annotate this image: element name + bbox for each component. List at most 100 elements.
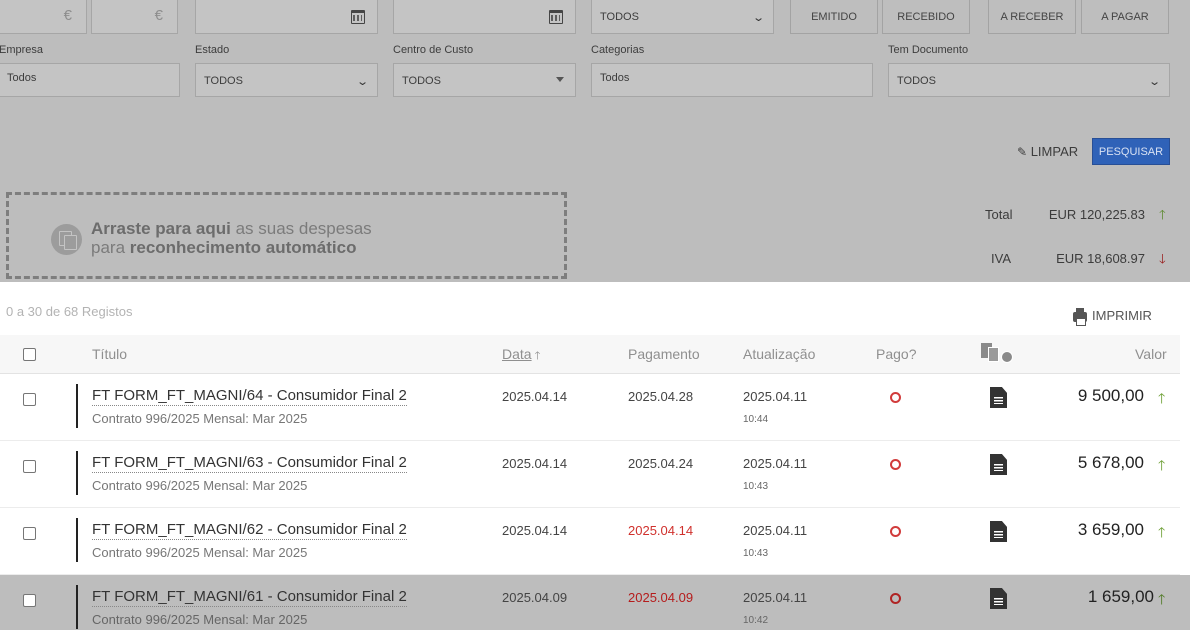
row-update-date: 2025.04.11 <box>743 523 808 538</box>
empresa-input[interactable]: Todos <box>0 63 180 97</box>
value-max-input[interactable]: € <box>91 0 178 34</box>
chevron-down-icon: ⌄ <box>1147 76 1161 88</box>
total-value: EUR 120,225.83 <box>1048 207 1145 222</box>
arrow-up-icon: 🡑 <box>1158 390 1166 406</box>
estado-value: TODOS <box>204 75 243 87</box>
row-checkbox[interactable] <box>23 594 36 607</box>
row-update-date: 2025.04.11 <box>743 389 808 404</box>
row-update-date: 2025.04.11 <box>743 456 808 471</box>
row-status-bar <box>76 518 78 562</box>
unpaid-circle-icon[interactable] <box>890 459 901 470</box>
column-payment[interactable]: Pagamento <box>628 346 700 362</box>
row-value: 3 659,00 <box>1077 520 1144 539</box>
row-subtitle: Contrato 996/2025 Mensal: Mar 2025 <box>92 612 308 627</box>
search-button[interactable]: PESQUISAR <box>1092 138 1170 165</box>
document-icon[interactable] <box>990 588 1007 609</box>
recebido-button[interactable]: RECEBIDO <box>882 0 970 34</box>
column-paid[interactable]: Pago? <box>876 346 916 362</box>
row-update-time: 10:44 <box>743 414 769 425</box>
arrow-up-icon: 🡑 <box>1158 591 1166 607</box>
caret-down-icon <box>556 77 564 82</box>
column-date[interactable]: Data 🡑 <box>502 346 540 366</box>
unpaid-circle-icon[interactable] <box>890 526 901 537</box>
unpaid-circle-icon[interactable] <box>890 593 901 604</box>
document-icon[interactable] <box>990 521 1007 542</box>
centro-custo-value: TODOS <box>402 75 441 87</box>
row-checkbox[interactable] <box>23 527 36 540</box>
empresa-value: Todos <box>7 72 37 84</box>
arrow-up-icon: 🡑 <box>1158 524 1166 540</box>
euro-icon: € <box>154 7 163 24</box>
value-min-input[interactable]: € <box>0 0 87 34</box>
row-value: 5 678,00 <box>1077 453 1144 472</box>
type-select-value: TODOS <box>600 11 639 23</box>
vat-value: EUR 18,608.97 <box>1056 251 1145 266</box>
row-payment-date: 2025.04.24 <box>628 456 694 471</box>
estado-label: Estado <box>195 44 230 56</box>
centro-custo-select[interactable]: TODOS <box>393 63 576 97</box>
document-icon[interactable] <box>990 454 1007 475</box>
calendar-icon[interactable] <box>351 10 365 24</box>
select-all-checkbox[interactable] <box>23 348 36 361</box>
row-title-link[interactable]: FT FORM_FT_MAGNI/63 - Consumidor Final 2 <box>92 454 407 473</box>
date-to-input[interactable] <box>393 0 576 34</box>
dropzone-line-1: Arraste para aqui as suas despesas <box>91 219 372 238</box>
centro-custo-label: Centro de Custo <box>393 44 474 56</box>
arrow-up-icon: 🡑 <box>1159 207 1166 222</box>
row-title-link[interactable]: FT FORM_FT_MAGNI/64 - Consumidor Final 2 <box>92 387 407 406</box>
documents-pending-icon <box>981 343 1015 365</box>
row-status-bar <box>76 585 78 629</box>
row-subtitle: Contrato 996/2025 Mensal: Mar 2025 <box>92 478 308 493</box>
estado-select[interactable]: TODOS ⌄ <box>195 63 378 97</box>
date-from-input[interactable] <box>195 0 378 34</box>
row-status-bar <box>76 384 78 428</box>
table-row[interactable]: FT FORM_FT_MAGNI/64 - Consumidor Final 2… <box>0 374 1180 441</box>
row-checkbox[interactable] <box>23 393 36 406</box>
row-title-link[interactable]: FT FORM_FT_MAGNI/61 - Consumidor Final 2 <box>92 588 407 607</box>
tem-documento-label: Tem Documento <box>888 44 969 56</box>
arrow-up-icon: 🡑 <box>1158 457 1166 473</box>
row-update-date: 2025.04.11 <box>743 590 808 605</box>
row-value: 9 500,00 <box>1077 386 1144 405</box>
row-date: 2025.04.09 <box>502 590 568 605</box>
print-button[interactable]: IMPRIMIR <box>1073 308 1152 326</box>
calendar-icon[interactable] <box>549 10 563 24</box>
column-title[interactable]: Título <box>92 346 127 362</box>
column-value[interactable]: Valor <box>1135 346 1167 362</box>
table-row[interactable]: FT FORM_FT_MAGNI/61 - Consumidor Final 2… <box>0 575 1190 630</box>
print-button-label: IMPRIMIR <box>1092 308 1152 323</box>
a-pagar-button[interactable]: A PAGAR <box>1081 0 1169 34</box>
filter-panel: € € TODOS ⌄ EMITIDO RECEBIDO A RECEBER A… <box>0 0 1190 282</box>
row-checkbox[interactable] <box>23 460 36 473</box>
row-title-link[interactable]: FT FORM_FT_MAGNI/62 - Consumidor Final 2 <box>92 521 407 540</box>
column-update[interactable]: Atualização <box>743 346 815 362</box>
row-date: 2025.04.14 <box>502 523 568 538</box>
record-count: 0 a 30 de 68 Registos <box>6 304 133 319</box>
empresa-label: Empresa <box>0 44 44 56</box>
emitido-button[interactable]: EMITIDO <box>790 0 878 34</box>
table-row[interactable]: FT FORM_FT_MAGNI/63 - Consumidor Final 2… <box>0 441 1180 508</box>
row-update-time: 10:43 <box>743 548 769 559</box>
documents-icon <box>51 224 82 255</box>
categorias-input[interactable]: Todos <box>591 63 873 97</box>
tem-documento-value: TODOS <box>897 75 936 87</box>
document-icon[interactable] <box>990 387 1007 408</box>
row-payment-date: 2025.04.14 <box>628 523 694 538</box>
unpaid-circle-icon[interactable] <box>890 392 901 403</box>
table-row[interactable]: FT FORM_FT_MAGNI/62 - Consumidor Final 2… <box>0 508 1180 575</box>
row-payment-date: 2025.04.28 <box>628 389 694 404</box>
expense-dropzone[interactable]: Arraste para aqui as suas despesas para … <box>6 192 567 279</box>
a-receber-button[interactable]: A RECEBER <box>988 0 1076 34</box>
row-subtitle: Contrato 996/2025 Mensal: Mar 2025 <box>92 545 308 560</box>
euro-icon: € <box>63 7 72 24</box>
row-payment-date: 2025.04.09 <box>628 590 694 605</box>
row-status-bar <box>76 451 78 495</box>
row-date: 2025.04.14 <box>502 389 568 404</box>
clear-button[interactable]: ✎ LIMPAR <box>1017 144 1078 159</box>
sort-ascending-icon: 🡑 <box>534 350 541 362</box>
row-value: 1 659,00 <box>1087 587 1154 606</box>
chevron-down-icon: ⌄ <box>355 76 369 88</box>
type-select[interactable]: TODOS ⌄ <box>591 0 774 34</box>
categorias-value: Todos <box>600 72 630 84</box>
tem-documento-select[interactable]: TODOS ⌄ <box>888 63 1170 97</box>
